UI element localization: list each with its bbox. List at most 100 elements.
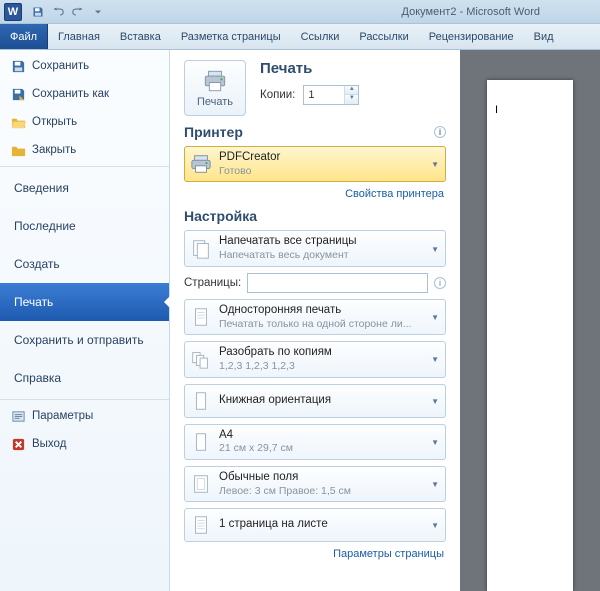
options-icon [10,408,26,424]
collate-icon [189,347,213,371]
margins-icon [189,472,213,496]
tab-home[interactable]: Главная [48,24,110,49]
paper-title: A4 [219,429,425,443]
title-bar: W Документ2 - Microsoft Word [0,0,600,24]
backstage-nav: Сохранить Сохранить как Открыть Закрыть … [0,50,170,591]
printer-icon [202,69,228,93]
nav-share[interactable]: Сохранить и отправить [0,321,169,359]
nav-label: Печать [14,295,53,309]
ribbon-tabs: Файл Главная Вставка Разметка страницы С… [0,24,600,50]
one-sided-sub: Печатать только на одной стороне ли... [219,318,425,331]
save-icon [10,58,26,74]
tab-references[interactable]: Ссылки [291,24,350,49]
copies-value: 1 [304,89,344,101]
per-sheet-icon [189,513,213,537]
chevron-down-icon: ▼ [431,521,439,530]
copies-label: Копии: [260,89,295,101]
exit-icon [10,436,26,452]
nav-info[interactable]: Сведения [0,169,169,207]
paper-sub: 21 см x 29,7 см [219,442,425,455]
nav-label: Последние [14,219,76,233]
nav-save-as[interactable]: Сохранить как [0,80,169,108]
copies-stepper[interactable]: 1 ▲▼ [303,85,359,105]
nav-save[interactable]: Сохранить [0,52,169,80]
nav-print[interactable]: Печать [0,283,169,321]
print-preview: I [460,50,600,591]
print-range-title: Напечатать все страницы [219,235,425,249]
info-icon[interactable]: i [434,277,446,289]
pages-icon [189,237,213,261]
print-button[interactable]: Печать [184,60,246,116]
undo-icon[interactable] [50,4,66,20]
collate-title: Разобрать по копиям [219,346,425,360]
orientation-selector[interactable]: Книжная ориентация ▼ [184,384,446,418]
spin-down-icon[interactable]: ▼ [345,95,358,104]
nav-label: Создать [14,257,60,271]
info-icon[interactable]: i [434,126,446,138]
collate-sub: 1,2,3 1,2,3 1,2,3 [219,360,425,373]
chevron-down-icon: ▼ [431,480,439,489]
open-folder-icon [10,114,26,130]
tab-page-layout[interactable]: Разметка страницы [171,24,291,49]
printer-small-icon [189,152,213,176]
collate-selector[interactable]: Разобрать по копиям 1,2,3 1,2,3 1,2,3 ▼ [184,341,446,377]
printer-selector[interactable]: PDFCreator Готово ▼ [184,146,446,182]
chevron-down-icon: ▼ [431,313,439,322]
nav-new[interactable]: Создать [0,245,169,283]
nav-label: Сохранить и отправить [14,333,144,347]
one-sided-icon [189,305,213,329]
print-panel: Печать Печать Копии: 1 ▲▼ [170,50,600,591]
chevron-down-icon: ▼ [431,397,439,406]
nav-label: Открыть [32,116,77,128]
pages-label: Страницы: [184,277,241,289]
nav-recent[interactable]: Последние [0,207,169,245]
per-sheet-title: 1 страница на листе [219,518,425,532]
nav-open[interactable]: Открыть [0,108,169,136]
pages-input[interactable] [247,273,428,293]
settings-heading: Настройка [184,208,446,224]
chevron-down-icon: ▼ [431,438,439,447]
page-setup-link[interactable]: Параметры страницы [184,548,444,560]
chevron-down-icon: ▼ [431,160,439,169]
nav-close[interactable]: Закрыть [0,136,169,164]
nav-options[interactable]: Параметры [0,402,169,430]
tab-mailings[interactable]: Рассылки [349,24,418,49]
save-icon[interactable] [30,4,46,20]
paper-size-selector[interactable]: A4 21 см x 29,7 см ▼ [184,424,446,460]
portrait-icon [189,389,213,413]
printer-name: PDFCreator [219,151,425,165]
chevron-down-icon: ▼ [431,355,439,364]
print-heading: Печать [260,60,359,77]
paper-icon [189,430,213,454]
margins-selector[interactable]: Обычные поля Левое: 3 см Правое: 1,5 см … [184,466,446,502]
close-folder-icon [10,142,26,158]
print-range-sub: Напечатать весь документ [219,249,425,262]
text-cursor: I [495,104,498,116]
qat-dropdown-icon[interactable] [90,4,106,20]
margins-title: Обычные поля [219,471,425,485]
one-sided-title: Односторонняя печать [219,304,425,318]
nav-label: Параметры [32,410,93,422]
nav-exit[interactable]: Выход [0,430,169,458]
pages-per-sheet-selector[interactable]: 1 страница на листе ▼ [184,508,446,542]
nav-label: Закрыть [32,144,76,156]
tab-review[interactable]: Рецензирование [419,24,524,49]
nav-label: Сведения [14,181,69,195]
tab-file[interactable]: Файл [0,24,48,49]
printer-status: Готово [219,165,425,178]
nav-help[interactable]: Справка [0,359,169,397]
redo-icon[interactable] [70,4,86,20]
printer-properties-link[interactable]: Свойства принтера [184,188,444,200]
tab-insert[interactable]: Вставка [110,24,171,49]
tab-view[interactable]: Вид [524,24,564,49]
nav-label: Сохранить [32,60,89,72]
spin-up-icon[interactable]: ▲ [345,86,358,95]
print-button-label: Печать [197,96,233,108]
nav-label: Справка [14,371,61,385]
printer-heading: Принтер i [184,124,446,140]
orientation-title: Книжная ориентация [219,394,425,408]
print-range-selector[interactable]: Напечатать все страницы Напечатать весь … [184,230,446,266]
window-title: Документ2 - Microsoft Word [402,6,540,18]
one-sided-selector[interactable]: Односторонняя печать Печатать только на … [184,299,446,335]
save-as-icon [10,86,26,102]
